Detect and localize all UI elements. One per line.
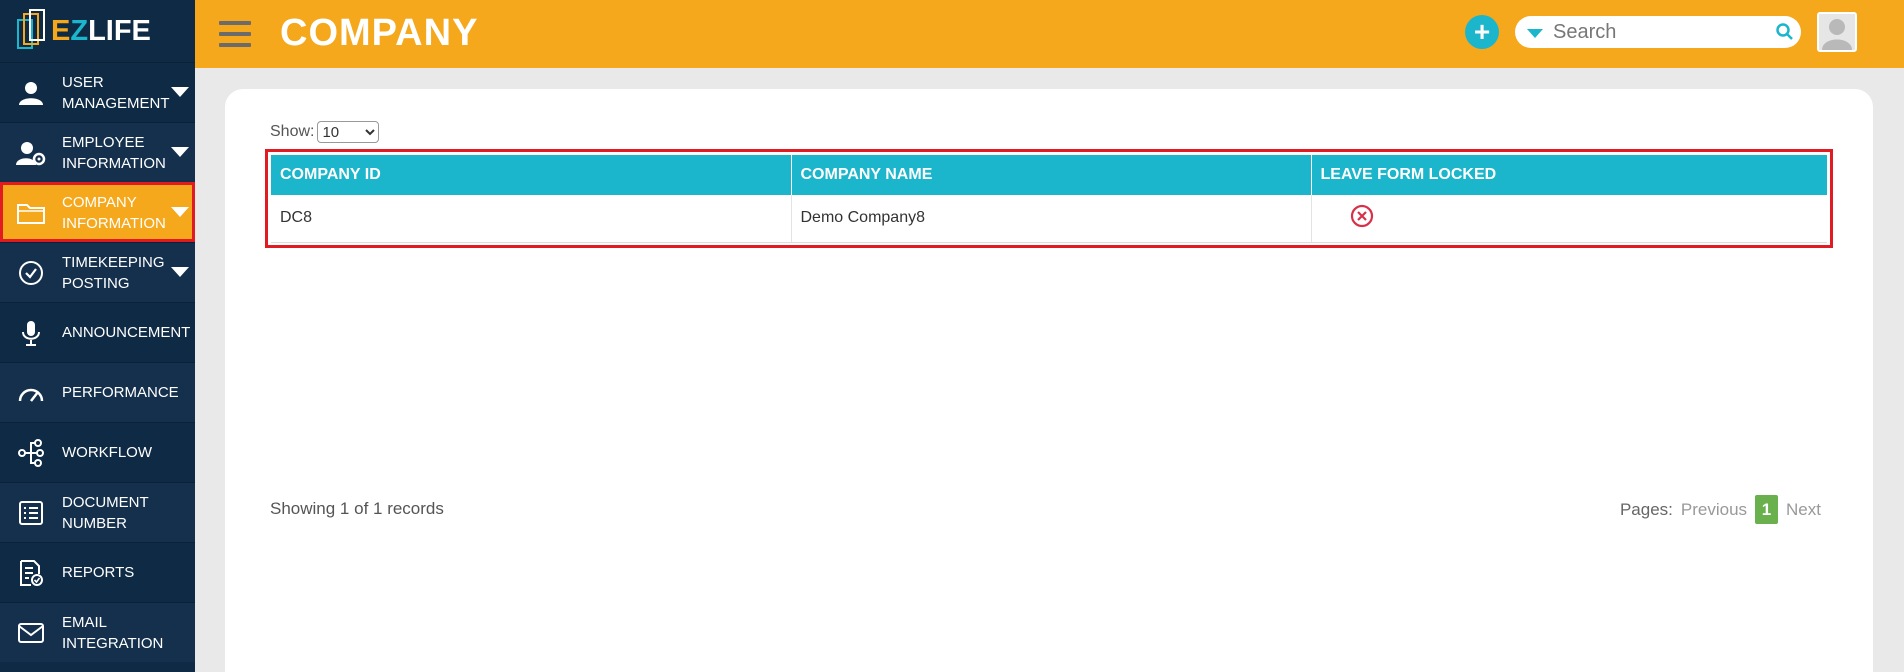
workflow-icon — [0, 438, 62, 467]
current-page-button[interactable]: 1 — [1755, 495, 1779, 524]
search-icon[interactable] — [1775, 22, 1795, 42]
sidebar-item-label: EMPLOYEE INFORMATION — [62, 133, 166, 172]
menu-icon[interactable] — [219, 21, 251, 47]
sidebar-item-document-number[interactable]: DOCUMENT NUMBER — [0, 482, 195, 542]
next-page-link[interactable]: Next — [1786, 500, 1821, 520]
no-icon — [1350, 204, 1373, 227]
company-table: COMPANY ID COMPANY NAME LEAVE FORM LOCKE… — [271, 155, 1827, 243]
sidebar-item-label: EMAIL INTEGRATION — [62, 613, 164, 652]
column-header-company-name[interactable]: COMPANY NAME — [790, 155, 1311, 195]
logo-icon — [17, 9, 45, 49]
sidebar-item-label: TIMEKEEPING POSTING — [62, 253, 165, 292]
chevron-down-icon[interactable] — [171, 267, 189, 277]
company-id-cell: DC8 — [271, 195, 791, 243]
page-size-control: Show: 10 — [270, 121, 380, 143]
avatar[interactable] — [1817, 12, 1857, 52]
sidebar-item-email-integration[interactable]: EMAIL INTEGRATION — [0, 602, 195, 662]
page-title: COMPANY — [280, 12, 479, 54]
sidebar-item-announcement[interactable]: ANNOUNCEMENT — [0, 302, 195, 362]
page-size-select[interactable]: 10 — [317, 121, 380, 143]
logo-text: EZLIFE — [51, 14, 151, 47]
sidebar-item-label: DOCUMENT NUMBER — [62, 493, 149, 532]
sidebar-item-performance[interactable]: PERFORMANCE — [0, 362, 195, 422]
sidebar-item-label: WORKFLOW — [62, 444, 152, 461]
search-filter-dropdown-icon[interactable] — [1527, 29, 1543, 38]
search-box[interactable] — [1515, 16, 1801, 48]
sidebar-item-label: COMPANY INFORMATION — [62, 193, 166, 232]
search-input[interactable] — [1553, 20, 1773, 44]
sidebar-item-employee-information[interactable]: EMPLOYEE INFORMATION — [0, 122, 195, 182]
sidebar-item-company-information[interactable]: COMPANY INFORMATION — [0, 182, 195, 242]
sidebar-item-label: PERFORMANCE — [62, 384, 179, 401]
company-table-highlight: COMPANY ID COMPANY NAME LEAVE FORM LOCKE… — [265, 149, 1833, 248]
gauge-icon — [0, 382, 62, 404]
top-header: COMPANY + — [195, 0, 1904, 68]
check-circle-icon — [0, 260, 62, 286]
column-header-company-id[interactable]: COMPANY ID — [271, 155, 791, 195]
column-header-leave-form-locked[interactable]: LEAVE FORM LOCKED — [1310, 155, 1827, 195]
envelope-icon — [0, 622, 62, 644]
chevron-down-icon[interactable] — [171, 207, 189, 217]
show-label: Show: — [270, 123, 315, 140]
leave-form-locked-cell — [1310, 195, 1827, 243]
content-card: Show: 10 COMPANY ID COMPANY NAME LEAVE F… — [225, 89, 1873, 672]
user-icon — [0, 80, 62, 106]
previous-page-link[interactable]: Previous — [1681, 500, 1747, 520]
sidebar-item-label: USER MANAGEMENT — [62, 73, 170, 112]
records-summary: Showing 1 of 1 records — [270, 499, 444, 518]
folder-icon — [0, 201, 62, 225]
pages-label: Pages: — [1619, 499, 1673, 519]
pagination: Pages: Previous 1 Next — [1620, 495, 1821, 524]
add-button[interactable]: + — [1465, 15, 1499, 49]
sidebar-item-reports[interactable]: REPORTS — [0, 542, 195, 602]
table-row[interactable]: DC8 Demo Company8 — [271, 195, 1827, 243]
report-icon — [0, 559, 62, 587]
table-header-row: COMPANY ID COMPANY NAME LEAVE FORM LOCKE… — [271, 155, 1827, 195]
sidebar-item-user-management[interactable]: USER MANAGEMENT — [0, 62, 195, 122]
chevron-down-icon[interactable] — [171, 147, 189, 157]
logo[interactable]: EZLIFE — [0, 0, 195, 62]
sidebar-item-workflow[interactable]: WORKFLOW — [0, 422, 195, 482]
microphone-icon — [0, 319, 62, 347]
user-gear-icon — [0, 140, 62, 166]
chevron-down-icon[interactable] — [171, 87, 189, 97]
company-name-cell: Demo Company8 — [790, 195, 1311, 243]
sidebar-item-timekeeping-posting[interactable]: TIMEKEEPING POSTING — [0, 242, 195, 302]
sidebar-item-label: REPORTS — [62, 564, 135, 581]
sidebar-item-label: ANNOUNCEMENT — [62, 324, 191, 341]
document-list-icon — [0, 500, 62, 526]
sidebar: EZLIFE USER MANAGEMENT EMPLOYEE INFORMAT… — [0, 0, 195, 672]
